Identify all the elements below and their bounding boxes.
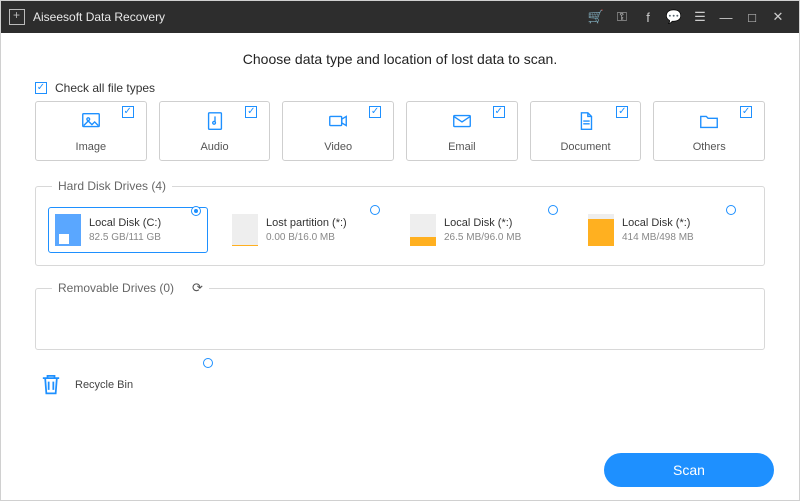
card-image-label: Image <box>76 141 107 153</box>
card-audio[interactable]: Audio <box>159 101 271 161</box>
drive-radio-icon[interactable] <box>191 206 201 216</box>
card-image-checkbox-icon[interactable] <box>122 106 134 118</box>
page-title: Choose data type and location of lost da… <box>35 51 765 67</box>
card-document-checkbox-icon[interactable] <box>616 106 628 118</box>
maximize-icon[interactable]: □ <box>739 10 765 25</box>
key-icon[interactable]: ⚿ <box>609 9 635 25</box>
drive-usage-icon <box>232 214 258 246</box>
card-others-checkbox-icon[interactable] <box>740 106 752 118</box>
drive-radio-icon[interactable] <box>370 205 380 215</box>
hdd-legend: Hard Disk Drives (4) <box>52 179 172 193</box>
recycle-label: Recycle Bin <box>75 379 133 391</box>
scan-button[interactable]: Scan <box>604 453 774 487</box>
card-email-checkbox-icon[interactable] <box>493 106 505 118</box>
card-video-label: Video <box>324 141 352 153</box>
card-audio-label: Audio <box>200 141 228 153</box>
drive-name: Local Disk (*:) <box>444 216 521 230</box>
card-others-label: Others <box>693 141 726 153</box>
refresh-icon[interactable]: ⟳ <box>192 280 203 295</box>
card-others[interactable]: Others <box>653 101 765 161</box>
check-all-types[interactable]: Check all file types <box>35 81 765 95</box>
drive-option[interactable]: Local Disk (C:)82.5 GB/111 GB <box>48 207 208 253</box>
menu-icon[interactable]: ☰ <box>687 9 713 25</box>
drive-name: Lost partition (*:) <box>266 216 347 230</box>
card-document[interactable]: Document <box>530 101 642 161</box>
titlebar: Aiseesoft Data Recovery 🛒 ⚿ f 💬 ☰ — □ ✕ <box>1 1 799 33</box>
drive-name: Local Disk (*:) <box>622 216 694 230</box>
cart-icon[interactable]: 🛒 <box>583 9 609 25</box>
app-title: Aiseesoft Data Recovery <box>33 10 165 24</box>
trash-icon <box>37 370 65 400</box>
card-email[interactable]: Email <box>406 101 518 161</box>
card-email-label: Email <box>448 141 476 153</box>
drive-radio-icon[interactable] <box>548 205 558 215</box>
removable-legend: Removable Drives (0)⟳ <box>52 280 209 296</box>
email-icon <box>451 110 473 137</box>
recycle-radio-icon[interactable] <box>203 358 213 368</box>
document-icon <box>575 110 597 137</box>
card-video-checkbox-icon[interactable] <box>369 106 381 118</box>
app-logo-icon <box>9 9 25 25</box>
file-type-cards: Image Audio Video Email Document Others <box>35 101 765 161</box>
feedback-icon[interactable]: 💬 <box>661 9 687 25</box>
drive-usage-icon <box>588 214 614 246</box>
close-icon[interactable]: ✕ <box>765 9 791 25</box>
minimize-icon[interactable]: — <box>713 10 739 25</box>
check-all-checkbox-icon[interactable] <box>35 82 47 94</box>
video-icon <box>327 110 349 137</box>
drive-size: 26.5 MB/96.0 MB <box>444 231 521 244</box>
drive-option[interactable]: Lost partition (*:)0.00 B/16.0 MB <box>226 207 386 253</box>
check-all-label: Check all file types <box>55 81 155 95</box>
card-document-label: Document <box>560 141 610 153</box>
card-image[interactable]: Image <box>35 101 147 161</box>
card-video[interactable]: Video <box>282 101 394 161</box>
folder-icon <box>698 110 720 137</box>
recycle-bin-option[interactable]: Recycle Bin <box>35 364 765 400</box>
removable-group: Removable Drives (0)⟳ <box>35 280 765 350</box>
hdd-group: Hard Disk Drives (4) Local Disk (C:)82.5… <box>35 179 765 266</box>
facebook-icon[interactable]: f <box>635 10 661 25</box>
audio-icon <box>204 110 226 137</box>
drive-size: 0.00 B/16.0 MB <box>266 231 347 244</box>
drive-option[interactable]: Local Disk (*:)414 MB/498 MB <box>582 207 742 253</box>
drive-name: Local Disk (C:) <box>89 216 161 230</box>
drive-option[interactable]: Local Disk (*:)26.5 MB/96.0 MB <box>404 207 564 253</box>
drive-usage-icon <box>410 214 436 246</box>
image-icon <box>80 110 102 137</box>
drive-size: 414 MB/498 MB <box>622 231 694 244</box>
drive-radio-icon[interactable] <box>726 205 736 215</box>
drive-size: 82.5 GB/111 GB <box>89 231 161 244</box>
card-audio-checkbox-icon[interactable] <box>245 106 257 118</box>
drive-usage-icon <box>55 214 81 246</box>
